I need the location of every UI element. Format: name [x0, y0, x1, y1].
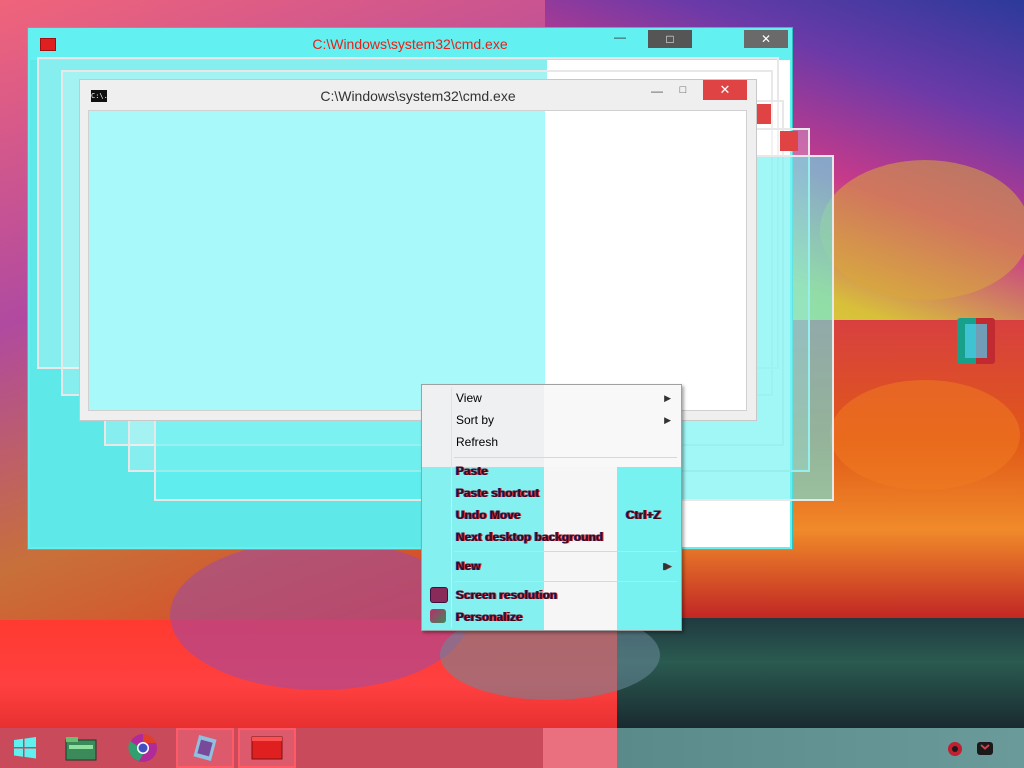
menu-item-label: View — [456, 391, 482, 405]
menu-item-paste[interactable]: Paste — [424, 460, 679, 482]
menu-item-new[interactable]: New ▶ — [424, 555, 679, 577]
menu-item-label: Next desktop background — [456, 530, 604, 544]
menu-item-personalize[interactable]: Personalize — [424, 606, 679, 628]
menu-separator — [454, 551, 677, 552]
taskbar-paint[interactable] — [176, 728, 234, 768]
taskbar — [0, 728, 1024, 768]
menu-separator — [454, 457, 677, 458]
console-area[interactable] — [88, 110, 747, 411]
paint-icon — [193, 735, 217, 761]
menu-item-undo-move[interactable]: Undo Move Ctrl+Z — [424, 504, 679, 526]
menu-item-next-desktop-background[interactable]: Next desktop background — [424, 526, 679, 548]
menu-item-refresh[interactable]: Refresh — [424, 431, 679, 453]
chrome-icon — [128, 734, 157, 762]
minimize-button[interactable]: — — [644, 84, 670, 102]
wallpaper-blob — [820, 160, 1024, 300]
window-titlebar[interactable]: C:\Windows\system32\cmd.exe — □ ✕ — [28, 28, 792, 58]
menu-item-label: Screen resolution — [456, 588, 558, 602]
menu-item-label: Paste — [456, 464, 489, 478]
personalize-icon — [430, 609, 446, 623]
cmd-icon — [251, 736, 283, 760]
submenu-arrow-icon: ▶ — [664, 415, 671, 425]
menu-item-label: Paste shortcut — [456, 486, 540, 500]
system-tray — [944, 732, 996, 764]
menu-item-paste-shortcut[interactable]: Paste shortcut — [424, 482, 679, 504]
cmd-window[interactable]: C:\. C:\Windows\system32\cmd.exe — □ ✕ — [79, 79, 757, 421]
start-button[interactable] — [0, 728, 50, 768]
volume-icon[interactable] — [974, 739, 996, 757]
close-button[interactable]: ✕ — [744, 30, 788, 48]
maximize-button[interactable]: □ — [670, 84, 696, 102]
file-explorer-icon — [65, 737, 97, 761]
network-icon[interactable] — [944, 739, 966, 757]
menu-item-label: Refresh — [456, 435, 499, 449]
application-icon — [957, 318, 995, 364]
ghost-close-button — [780, 131, 798, 151]
window-titlebar[interactable]: C:\. C:\Windows\system32\cmd.exe — □ ✕ — [80, 80, 756, 110]
menu-item-sort-by[interactable]: Sort by ▶ — [424, 409, 679, 431]
menu-item-view[interactable]: View ▶ — [424, 387, 679, 409]
menu-separator — [454, 581, 677, 582]
taskbar-cmd[interactable] — [238, 728, 296, 768]
maximize-button[interactable]: □ — [648, 30, 692, 48]
menu-item-label: New — [456, 559, 481, 573]
submenu-arrow-icon: ▶ — [664, 393, 671, 403]
menu-item-screen-resolution[interactable]: Screen resolution — [424, 584, 679, 606]
menu-item-label: Personalize — [456, 610, 523, 624]
wallpaper-region — [617, 618, 1024, 728]
menu-item-shortcut: Ctrl+Z — [626, 508, 662, 522]
taskbar-chrome[interactable] — [114, 728, 172, 768]
menu-item-label: Sort by — [456, 413, 495, 427]
display-icon — [430, 587, 448, 603]
close-button[interactable]: ✕ — [703, 80, 747, 100]
menu-item-label: Undo Move — [456, 508, 521, 522]
minimize-button[interactable]: — — [598, 30, 642, 48]
windows-start-icon — [14, 737, 36, 759]
submenu-arrow-icon: ▶ — [664, 561, 671, 571]
desktop-context-menu: View ▶ Sort by ▶ Refresh Paste Paste sho… — [421, 384, 682, 631]
taskbar-file-explorer[interactable] — [52, 728, 110, 768]
desktop-shortcut[interactable] — [934, 318, 1018, 414]
